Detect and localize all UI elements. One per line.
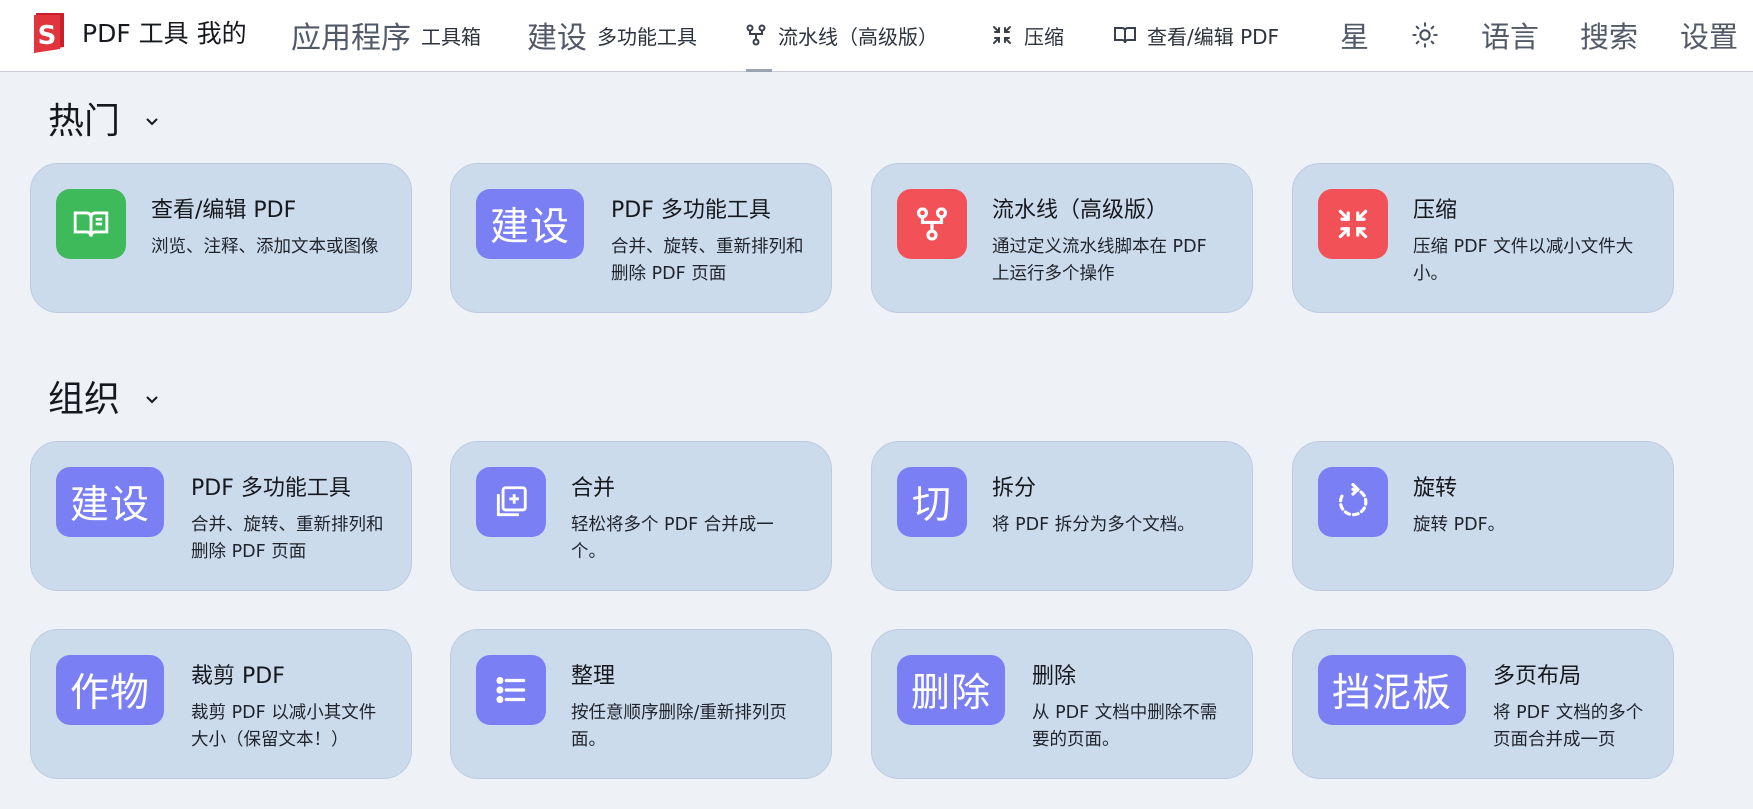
nav-tools-label: 应用程序 [291,21,411,56]
list-icon [496,677,526,703]
compress-icon [993,26,1011,44]
card-description: 通过定义流水线脚本在 PDF 上运行多个操作 [992,237,1207,284]
card-description: 压缩 PDF 文件以减小文件大小。 [1413,237,1634,284]
tile-crop: 作物 [56,655,165,725]
nav-search-label: 搜索 [1580,20,1639,54]
card-description: 浏览、注释、添加文本或图像 [151,237,379,257]
tile-text: 作物 [70,671,151,716]
card-title: 多页布局 [1493,664,1582,689]
card-title: 裁剪 PDF [191,664,285,689]
theme-toggle[interactable] [1411,0,1439,70]
card-view-edit-pdf[interactable]: 查看/编辑 PDF 浏览、注释、添加文本或图像 [30,163,412,313]
card-pdf-multitool[interactable]: 建设 PDF 多功能工具 合并、旋转、重新排列和删除 PDF 页面 [450,163,832,313]
nav-toolbox-label: 工具箱 [421,24,481,49]
pipeline-icon [916,207,948,241]
app-logo-icon: S [34,13,64,53]
card-title: 压缩 [1413,198,1458,223]
nav-tools[interactable]: 应用程序 工具箱 [291,0,481,70]
nav-settings-label: 设置 [1680,20,1739,54]
nav-settings[interactable]: 设置 [1680,0,1738,70]
tile-delete: 删除 [897,655,1006,725]
chevron-down-icon[interactable] [144,392,160,408]
card-description: 按任意顺序删除/重新排列页面。 [571,703,787,750]
nav-multitool[interactable]: 建设 多功能工具 [527,0,697,70]
nav-compress[interactable]: 压缩 [990,0,1064,70]
nav-language[interactable]: 语言 [1481,0,1539,70]
card-merge[interactable]: 合并 轻松将多个 PDF 合并成一个。 [450,441,832,591]
nav-language-label: 语言 [1481,20,1540,54]
card-compress[interactable]: 压缩 压缩 PDF 文件以减小文件大小。 [1292,163,1674,313]
card-description: 将 PDF 文档的多个页面合并成一页 [1493,703,1644,750]
card-title: 拆分 [992,476,1037,501]
card-title: PDF 多功能工具 [611,198,771,223]
card-title: PDF 多功能工具 [191,476,351,501]
card-title: 流水线（高级版） [992,198,1169,223]
card-organize[interactable]: 整理 按任意顺序删除/重新排列页面。 [450,629,832,779]
tile-multitool: 建设 [476,189,585,259]
nav-view-edit[interactable]: 查看/编辑 PDF [1113,0,1279,70]
top-navigation-bar: S PDF 工具 我的 应用程序 工具箱 建设 多功能工具 流水线（高级版） 压… [0,0,1753,72]
tile-text: 建设 [490,205,571,250]
tile-view-edit [56,189,126,259]
tile-text: 建设 [70,483,151,528]
card-title: 旋转 [1413,476,1458,501]
tile-multi-page: 挡泥板 [1318,655,1467,725]
tile-text: 挡泥板 [1332,671,1453,716]
card-multi-page-layout[interactable]: 挡泥板 多页布局 将 PDF 文档的多个页面合并成一页 [1292,629,1674,779]
brand-name: PDF 工具 我的 [82,19,247,48]
card-title: 查看/编辑 PDF [151,198,297,223]
nav-pipeline-label: 流水线（高级版） [778,24,938,49]
nav-star[interactable]: 星 [1340,0,1369,70]
card-rotate[interactable]: 旋转 旋转 PDF。 [1292,441,1674,591]
brand[interactable]: S PDF 工具 我的 [30,10,247,54]
section-organize-header[interactable]: 组织 [48,370,160,422]
section-popular-title: 热门 [48,101,121,142]
card-description: 合并、旋转、重新排列和删除 PDF 页面 [611,237,804,284]
card-title: 删除 [1032,664,1077,689]
compress-icon [1338,209,1368,239]
sun-icon [1412,22,1438,48]
pipeline-icon [746,24,766,46]
card-crop-pdf[interactable]: 作物 裁剪 PDF 裁剪 PDF 以减小其文件大小（保留文本！） [30,629,412,779]
tile-pipeline [897,189,967,259]
book-open-icon [73,211,109,237]
section-organize-title: 组织 [48,379,121,420]
card-description: 合并、旋转、重新排列和删除 PDF 页面 [191,515,384,562]
card-description: 裁剪 PDF 以减小其文件大小（保留文本！） [191,703,377,750]
nav-view-edit-label: 查看/编辑 PDF [1147,24,1280,49]
tile-multitool: 建设 [56,467,165,537]
nav-pipeline[interactable]: 流水线（高级版） [744,0,938,70]
tile-text: 切 [912,483,953,528]
nav-build-label: 建设 [527,21,587,56]
book-open-icon [1114,27,1136,44]
tile-compress [1318,189,1388,259]
tile-rotate [1318,467,1388,537]
card-description: 将 PDF 拆分为多个文档。 [992,515,1195,535]
card-description: 轻松将多个 PDF 合并成一个。 [571,515,774,562]
card-delete[interactable]: 删除 删除 从 PDF 文档中删除不需要的页面。 [871,629,1253,779]
tile-text: 删除 [911,671,992,716]
tile-merge [476,467,546,537]
card-pipeline[interactable]: 流水线（高级版） 通过定义流水线脚本在 PDF 上运行多个操作 [871,163,1253,313]
svg-text:S: S [38,21,57,51]
nav-star-label: 星 [1340,20,1370,54]
card-description: 从 PDF 文档中删除不需要的页面。 [1032,703,1218,750]
card-split[interactable]: 切 拆分 将 PDF 拆分为多个文档。 [871,441,1253,591]
card-description: 旋转 PDF。 [1413,515,1506,535]
section-popular-header[interactable]: 热门 [48,92,160,144]
tile-split: 切 [897,467,968,537]
rotate-icon [1338,483,1368,517]
card-pdf-multitool[interactable]: 建设 PDF 多功能工具 合并、旋转、重新排列和删除 PDF 页面 [30,441,412,591]
card-title: 整理 [571,664,616,689]
nav-search[interactable]: 搜索 [1580,0,1638,70]
merge-icon [496,486,527,517]
tile-organize [476,655,546,725]
nav-compress-label: 压缩 [1024,24,1064,49]
nav-multitool-label: 多功能工具 [597,24,697,49]
card-title: 合并 [571,476,616,501]
tab-indicator [746,69,772,72]
chevron-down-icon[interactable] [144,114,160,130]
